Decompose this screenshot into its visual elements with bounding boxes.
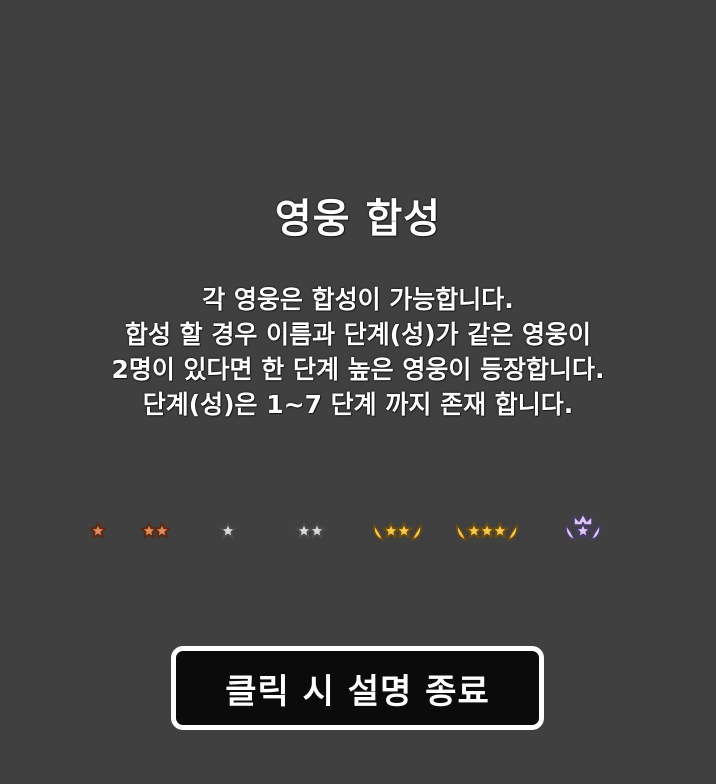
star-icon [382, 522, 400, 539]
description-line: 단계(성)은 1~7 단계 까지 존재 합니다. [142, 390, 574, 419]
star-badge-bronze [89, 522, 107, 539]
star-icon [478, 522, 496, 539]
star-icon [89, 522, 107, 539]
description-line: 각 영웅은 합성이 가능합니다. [202, 285, 514, 314]
star-icon [219, 522, 237, 539]
star-icon [295, 522, 313, 539]
wreath-right-icon [506, 522, 518, 542]
star-badge-bronze [140, 522, 171, 539]
star-icon [491, 522, 509, 539]
description-line: 2명이 있다면 한 단계 높은 영웅이 등장합니다. [111, 355, 605, 384]
star-badge-gold [456, 522, 518, 542]
star-icon [395, 522, 413, 539]
star-tier-3-icon [218, 510, 238, 550]
wreath-right-icon [410, 522, 422, 542]
star-tier-6-icon [456, 510, 518, 550]
page-title: 영웅 합성 [274, 196, 442, 242]
star-icon [308, 522, 326, 539]
wreath-left-icon [565, 522, 577, 542]
star-tier-1-icon [88, 510, 108, 550]
star-icon [140, 522, 158, 539]
star-icon [465, 522, 483, 539]
star-tier-4-icon [294, 510, 327, 550]
star-badge-silver [219, 522, 237, 539]
star-tier-5-icon [373, 510, 422, 550]
wreath-left-icon [456, 522, 468, 542]
wreath-right-icon [589, 522, 601, 542]
star-badge-gold [373, 522, 422, 542]
wreath-left-icon [373, 522, 385, 542]
star-badge-silver [295, 522, 326, 539]
star-badge-purple [565, 512, 601, 542]
star-tier-7-icon [565, 510, 601, 550]
star-icon [153, 522, 171, 539]
star-tier-row [0, 510, 716, 550]
description-line: 합성 할 경우 이름과 단계(성)가 같은 영웅이 [124, 320, 592, 349]
star-tier-2-icon [139, 510, 172, 550]
close-explanation-button[interactable]: 클릭 시 설명 종료 [171, 646, 544, 730]
description-text: 각 영웅은 합성이 가능합니다. 합성 할 경우 이름과 단계(성)가 같은 영… [0, 282, 716, 422]
